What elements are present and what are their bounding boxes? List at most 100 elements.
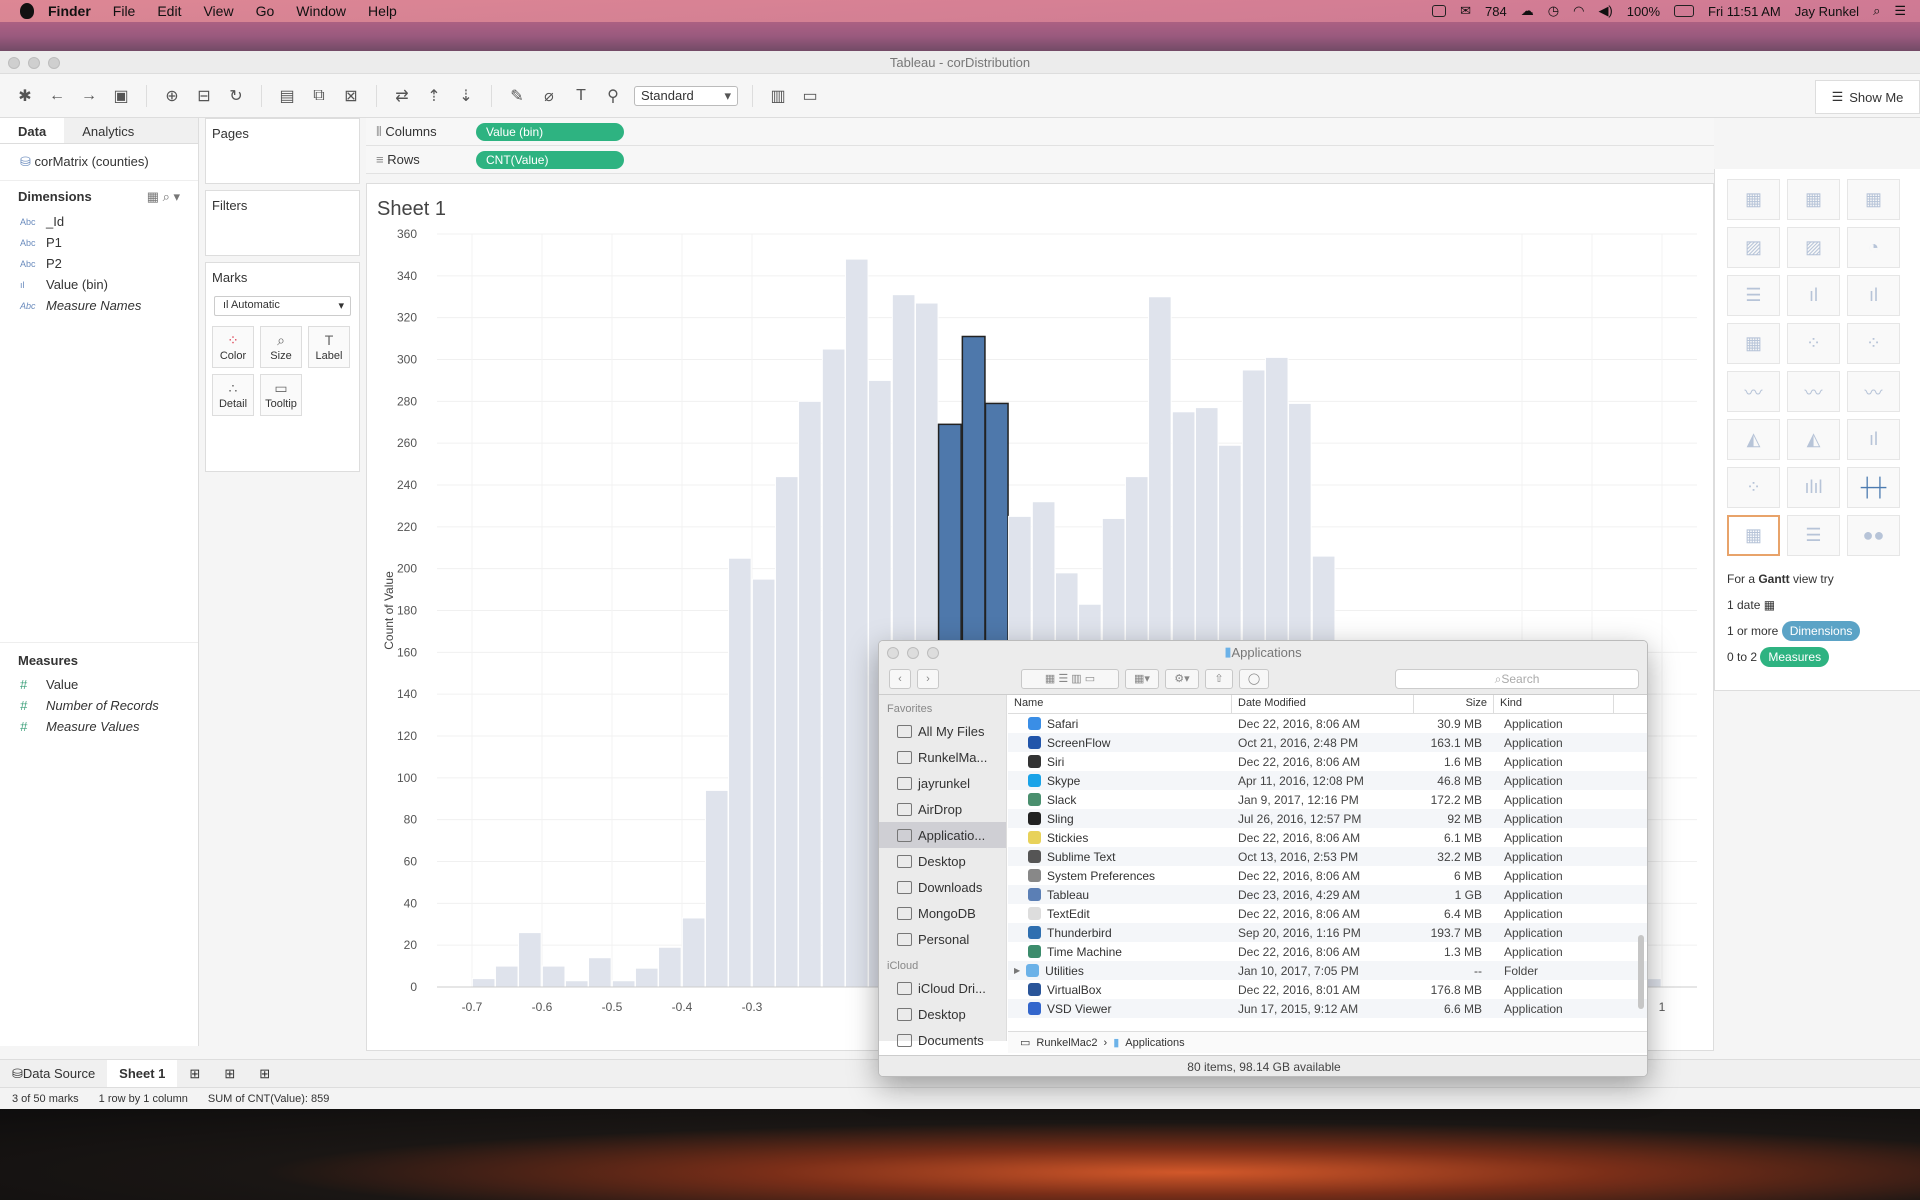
color-button[interactable]: ⁘ Color	[212, 326, 254, 368]
chart-type-thumbnail[interactable]: ▦	[1727, 323, 1780, 364]
file-row[interactable]: ▶ Utilities Jan 10, 2017, 7:05 PM -- Folder	[1008, 961, 1647, 980]
rows-pill[interactable]: CNT(Value)	[476, 150, 624, 169]
camera-status-icon[interactable]	[1432, 5, 1447, 17]
chart-type-thumbnail[interactable]: ▨	[1727, 227, 1780, 268]
file-row[interactable]: Safari Dec 22, 2016, 8:06 AM 30.9 MB Applic…	[1008, 714, 1647, 733]
chart-type-thumbnail[interactable]: ▦	[1727, 515, 1780, 556]
sidebar-item[interactable]: Documents	[879, 1027, 1006, 1053]
file-row[interactable]: TextEdit Dec 22, 2016, 8:06 AM 6.4 MB Appli…	[1008, 904, 1647, 923]
rows-shelf[interactable]: ≡ Rows CNT(Value)	[366, 146, 1714, 174]
chart-type-thumbnail[interactable]: ☰	[1787, 515, 1840, 556]
path-disk[interactable]: RunkelMac2	[1036, 1037, 1097, 1049]
chart-type-thumbnail[interactable]: 〰	[1787, 371, 1840, 412]
battery-level[interactable]: 100%	[1627, 4, 1660, 19]
tab-analytics[interactable]: Analytics	[64, 118, 198, 143]
battery-icon[interactable]	[1674, 5, 1695, 17]
menu-user[interactable]: Jay Runkel	[1795, 4, 1859, 19]
menu-file[interactable]: File	[113, 3, 136, 19]
highlight-icon[interactable]: ✎	[506, 85, 528, 107]
chart-type-thumbnail[interactable]: ▦	[1847, 179, 1900, 220]
label-button[interactable]: T Label	[308, 326, 350, 368]
detail-button[interactable]: ∴ Detail	[212, 374, 254, 416]
marks-type-select[interactable]: ıl Automatic	[214, 296, 351, 316]
tab-data-source[interactable]: ⛁ Data Source	[0, 1060, 107, 1088]
sidebar-item[interactable]: AirDrop	[879, 796, 1006, 822]
dimension-field[interactable]: Abc Measure Names	[0, 295, 198, 316]
chart-type-thumbnail[interactable]: ◭	[1787, 419, 1840, 460]
file-row[interactable]: Skype Apr 11, 2016, 12:08 PM 46.8 MB Applic…	[1008, 771, 1647, 790]
menu-app-name[interactable]: Finder	[48, 3, 91, 19]
file-row[interactable]: Sublime Text Oct 13, 2016, 2:53 PM 32.2 MB…	[1008, 847, 1647, 866]
columns-shelf[interactable]: ⦀ Columns Value (bin)	[366, 118, 1714, 146]
menu-edit[interactable]: Edit	[157, 3, 181, 19]
chart-type-thumbnail[interactable]: ◭	[1727, 419, 1780, 460]
undo-icon[interactable]: ←	[46, 85, 68, 107]
size-button[interactable]: ⌕ Size	[260, 326, 302, 368]
dimensions-tools-icon[interactable]: ▦ ⌕ ▾	[147, 189, 180, 205]
dimension-field[interactable]: Abc P1	[0, 232, 198, 253]
labels-icon[interactable]: T	[570, 85, 592, 107]
menu-view[interactable]: View	[203, 3, 233, 19]
mail-icon[interactable]: ✉	[1460, 3, 1471, 19]
menu-window[interactable]: Window	[296, 3, 346, 19]
presentation-icon[interactable]: ▭	[799, 85, 821, 107]
notification-center-icon[interactable]: ☰	[1894, 3, 1906, 19]
arrange-button[interactable]: ▦▾	[1125, 668, 1159, 689]
file-row[interactable]: Siri Dec 22, 2016, 8:06 AM 1.6 MB Applicati…	[1008, 752, 1647, 771]
finder-minimize-button[interactable]	[907, 647, 919, 659]
measure-field[interactable]: # Number of Records	[0, 695, 198, 716]
chart-type-thumbnail[interactable]: ıl	[1787, 275, 1840, 316]
filters-card[interactable]: Filters	[205, 190, 360, 256]
chart-type-thumbnail[interactable]: ☰	[1727, 275, 1780, 316]
chart-type-thumbnail[interactable]: ◔	[1847, 227, 1900, 268]
chart-type-thumbnail[interactable]: ıl	[1847, 275, 1900, 316]
new-worksheet-tab-icon[interactable]: ⊞	[177, 1060, 212, 1088]
sidebar-item[interactable]: Desktop	[879, 1001, 1006, 1027]
share-icon[interactable]: ⇧	[1205, 668, 1233, 689]
show-cards-icon[interactable]: ▥	[767, 85, 789, 107]
chart-type-thumbnail[interactable]: ▨	[1787, 227, 1840, 268]
pages-card[interactable]: Pages	[205, 118, 360, 184]
dimension-field[interactable]: Abc P2	[0, 253, 198, 274]
refresh-icon[interactable]: ↻	[225, 85, 247, 107]
minimize-button[interactable]	[28, 57, 40, 69]
file-row[interactable]: Sling Jul 26, 2016, 12:57 PM 92 MB Applicat…	[1008, 809, 1647, 828]
apple-menu-icon[interactable]	[20, 3, 34, 19]
redo-icon[interactable]: →	[78, 85, 100, 107]
file-row[interactable]: Time Machine Dec 22, 2016, 8:06 AM 1.3 MB A…	[1008, 942, 1647, 961]
measure-field[interactable]: # Value	[0, 674, 198, 695]
sidebar-item[interactable]: All My Files	[879, 718, 1006, 744]
dimension-field[interactable]: ıl Value (bin)	[0, 274, 198, 295]
finder-zoom-button[interactable]	[927, 647, 939, 659]
file-row[interactable]: Stickies Dec 22, 2016, 8:06 AM 6.1 MB Appli…	[1008, 828, 1647, 847]
new-worksheet-icon[interactable]: ▤	[276, 85, 298, 107]
columns-pill[interactable]: Value (bin)	[476, 122, 624, 141]
sidebar-item[interactable]: Personal	[879, 926, 1006, 952]
menu-clock[interactable]: Fri 11:51 AM	[1708, 4, 1781, 19]
menu-help[interactable]: Help	[368, 3, 397, 19]
sidebar-item[interactable]: iCloud Dri...	[879, 975, 1006, 1001]
chart-type-thumbnail[interactable]: 〰	[1847, 371, 1900, 412]
col-size[interactable]: Size	[1414, 695, 1494, 713]
chart-type-thumbnail[interactable]: ┼┼	[1847, 467, 1900, 508]
finder-close-button[interactable]	[887, 647, 899, 659]
tab-sheet-1[interactable]: Sheet 1	[107, 1059, 178, 1088]
sidebar-item[interactable]: Desktop	[879, 848, 1006, 874]
col-kind[interactable]: Kind	[1494, 695, 1614, 713]
show-me-button[interactable]: ☰ Show Me	[1815, 80, 1920, 114]
new-datasource-icon[interactable]: ⊕	[161, 85, 183, 107]
path-folder[interactable]: Applications	[1125, 1037, 1184, 1049]
tab-data[interactable]: Data	[0, 118, 65, 143]
group-icon[interactable]: ⌀	[538, 85, 560, 107]
chart-type-thumbnail[interactable]: ılıl	[1787, 467, 1840, 508]
tableau-logo-icon[interactable]: ✱	[14, 85, 36, 107]
chart-type-thumbnail[interactable]: ⁘	[1787, 323, 1840, 364]
forward-button[interactable]: ›	[917, 668, 939, 689]
chart-type-thumbnail[interactable]: ⁘	[1727, 467, 1780, 508]
file-row[interactable]: System Preferences Dec 22, 2016, 8:06 AM 6…	[1008, 866, 1647, 885]
zoom-button[interactable]	[48, 57, 60, 69]
finder-scrollbar[interactable]	[1638, 935, 1644, 1009]
file-row[interactable]: ScreenFlow Oct 21, 2016, 2:48 PM 163.1 MB A…	[1008, 733, 1647, 752]
chart-type-thumbnail[interactable]: ●●	[1847, 515, 1900, 556]
disclosure-triangle-icon[interactable]: ▶	[1014, 966, 1020, 975]
